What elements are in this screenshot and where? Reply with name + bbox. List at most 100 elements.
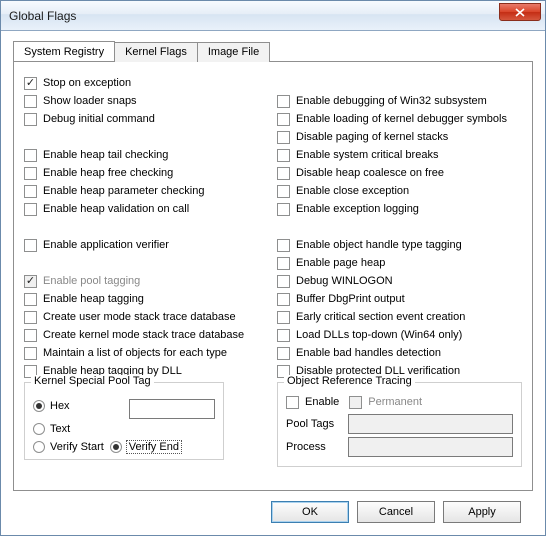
checkbox-icon <box>277 347 290 360</box>
checkbox-label: Enable loading of kernel debugger symbol… <box>296 113 507 125</box>
checkbox-disable-heap-coalesce-on-free[interactable]: Disable heap coalesce on free <box>277 164 522 182</box>
checkbox-label: Show loader snaps <box>43 95 137 107</box>
checkbox-icon <box>277 311 290 324</box>
checkbox-enable-heap-validation-on-call[interactable]: Enable heap validation on call <box>24 200 269 218</box>
checkbox-icon <box>277 131 290 144</box>
group-legend: Kernel Special Pool Tag <box>31 375 154 387</box>
checkbox-debug-initial-command[interactable]: Debug initial command <box>24 110 269 128</box>
checkbox-enable-heap-tail-checking[interactable]: Enable heap tail checking <box>24 146 269 164</box>
checkbox-enable-application-verifier[interactable]: Enable application verifier <box>24 236 269 254</box>
checkbox-enable-system-critical-breaks[interactable]: Enable system critical breaks <box>277 146 522 164</box>
group-kernel-special-pool-tag: Kernel Special Pool Tag Hex Text <box>24 382 224 460</box>
checkbox-enable-heap-free-checking[interactable]: Enable heap free checking <box>24 164 269 182</box>
right-column: Enable debugging of Win32 subsystem Enab… <box>277 74 522 467</box>
checkbox-enable-page-heap[interactable]: Enable page heap <box>277 254 522 272</box>
checkbox-label: Enable exception logging <box>296 203 419 215</box>
checkbox-icon <box>24 293 37 306</box>
checkbox-label: Enable object handle type tagging <box>296 239 462 251</box>
checkbox-label: Load DLLs top-down (Win64 only) <box>296 329 462 341</box>
checkbox-label: Disable heap coalesce on free <box>296 167 444 179</box>
checkbox-icon <box>277 149 290 162</box>
checkbox-label: Enable close exception <box>296 185 409 197</box>
left-column: Stop on exception Show loader snaps Debu… <box>24 74 269 467</box>
checkbox-create-user-mode-stack-trace-db[interactable]: Create user mode stack trace database <box>24 308 269 326</box>
checkbox-load-dlls-top-down[interactable]: Load DLLs top-down (Win64 only) <box>277 326 522 344</box>
checkbox-show-loader-snaps[interactable]: Show loader snaps <box>24 92 269 110</box>
tab-image-file[interactable]: Image File <box>198 42 270 62</box>
checkbox-icon <box>277 239 290 252</box>
checkbox-icon <box>24 329 37 342</box>
checkbox-enable-heap-parameter-checking[interactable]: Enable heap parameter checking <box>24 182 269 200</box>
titlebar: Global Flags <box>1 1 545 31</box>
checkbox-ort-enable[interactable] <box>286 396 299 409</box>
checkbox-icon <box>24 77 37 90</box>
checkbox-disable-paging-kernel-stacks[interactable]: Disable paging of kernel stacks <box>277 128 522 146</box>
checkbox-create-kernel-mode-stack-trace-db[interactable]: Create kernel mode stack trace database <box>24 326 269 344</box>
tab-label: System Registry <box>24 46 104 58</box>
checkbox-enable-object-handle-type-tagging[interactable]: Enable object handle type tagging <box>277 236 522 254</box>
checkbox-enable-kernel-debugger-symbols[interactable]: Enable loading of kernel debugger symbol… <box>277 110 522 128</box>
tab-label: Image File <box>208 46 259 58</box>
checkbox-icon <box>24 347 37 360</box>
checkbox-buffer-dbgprint-output[interactable]: Buffer DbgPrint output <box>277 290 522 308</box>
checkbox-label: Buffer DbgPrint output <box>296 293 405 305</box>
checkbox-label: Debug initial command <box>43 113 155 125</box>
checkbox-label: Enable <box>305 396 339 408</box>
checkbox-label: Early critical section event creation <box>296 311 465 323</box>
checkbox-enable-bad-handles-detection[interactable]: Enable bad handles detection <box>277 344 522 362</box>
group-legend: Object Reference Tracing <box>284 375 415 387</box>
close-icon <box>515 8 525 17</box>
close-button[interactable] <box>499 3 541 21</box>
radio-label: Verify Start <box>50 441 104 453</box>
checkbox-icon <box>277 95 290 108</box>
ok-button[interactable]: OK <box>271 501 349 523</box>
radio-verify-end[interactable] <box>110 441 122 453</box>
checkbox-icon <box>277 113 290 126</box>
checkbox-icon <box>24 167 37 180</box>
tab-kernel-flags[interactable]: Kernel Flags <box>115 42 198 62</box>
checkbox-icon <box>277 167 290 180</box>
checkbox-icon <box>24 239 37 252</box>
tab-label: Kernel Flags <box>125 46 187 58</box>
checkbox-stop-on-exception[interactable]: Stop on exception <box>24 74 269 92</box>
checkbox-label: Enable application verifier <box>43 239 169 251</box>
apply-button[interactable]: Apply <box>443 501 521 523</box>
checkbox-debug-winlogon[interactable]: Debug WINLOGON <box>277 272 522 290</box>
checkbox-enable-win32-debugging[interactable]: Enable debugging of Win32 subsystem <box>277 92 522 110</box>
pool-tags-input <box>348 414 513 434</box>
checkbox-enable-close-exception[interactable]: Enable close exception <box>277 182 522 200</box>
checkbox-label: Enable page heap <box>296 257 385 269</box>
tab-system-registry[interactable]: System Registry <box>13 41 115 61</box>
checkbox-icon <box>277 293 290 306</box>
checkbox-label: Stop on exception <box>43 77 131 89</box>
checkbox-icon <box>24 185 37 198</box>
checkbox-label: Enable heap free checking <box>43 167 173 179</box>
radio-text[interactable] <box>33 423 45 435</box>
columns: Stop on exception Show loader snaps Debu… <box>24 74 522 467</box>
pool-tags-label: Pool Tags <box>286 418 348 430</box>
dialog-window: Global Flags System Registry Kernel Flag… <box>0 0 546 536</box>
radio-hex[interactable] <box>33 400 45 412</box>
checkbox-enable-exception-logging[interactable]: Enable exception logging <box>277 200 522 218</box>
checkbox-label: Create user mode stack trace database <box>43 311 236 323</box>
checkbox-icon <box>277 185 290 198</box>
checkbox-label: Maintain a list of objects for each type <box>43 347 227 359</box>
checkbox-icon <box>24 311 37 324</box>
tab-panel: Stop on exception Show loader snaps Debu… <box>13 61 533 491</box>
window-title: Global Flags <box>9 9 76 23</box>
cancel-button[interactable]: Cancel <box>357 501 435 523</box>
pool-tag-value-input[interactable] <box>129 399 215 419</box>
checkbox-enable-pool-tagging: Enable pool tagging <box>24 272 269 290</box>
checkbox-icon <box>24 275 37 288</box>
checkbox-early-critical-section-event-creation[interactable]: Early critical section event creation <box>277 308 522 326</box>
checkbox-maintain-object-list[interactable]: Maintain a list of objects for each type <box>24 344 269 362</box>
process-label: Process <box>286 441 348 453</box>
radio-label: Verify End <box>127 441 181 453</box>
checkbox-label: Enable heap tail checking <box>43 149 168 161</box>
radio-verify-start[interactable] <box>33 441 45 453</box>
checkbox-label: Enable debugging of Win32 subsystem <box>296 95 487 107</box>
checkbox-icon <box>24 113 37 126</box>
checkbox-enable-heap-tagging[interactable]: Enable heap tagging <box>24 290 269 308</box>
checkbox-icon <box>277 275 290 288</box>
checkbox-label: Enable heap validation on call <box>43 203 189 215</box>
